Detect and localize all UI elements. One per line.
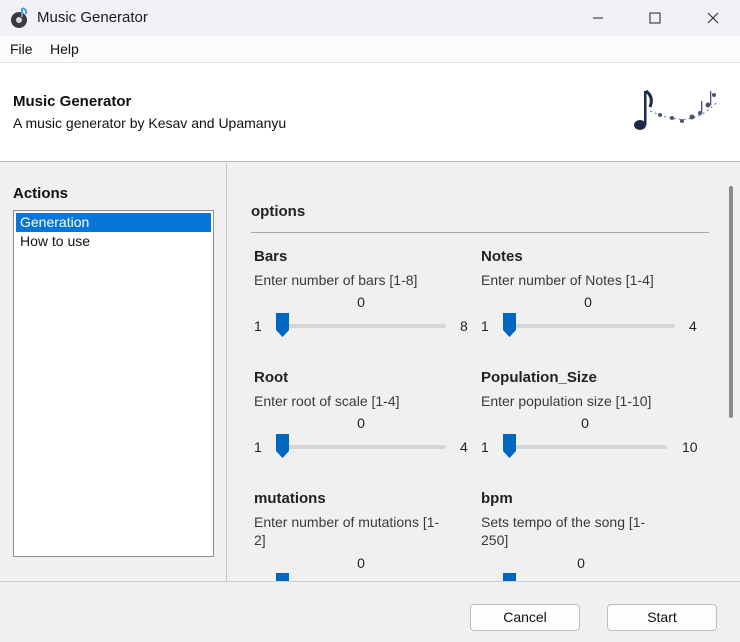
- app-window: Music Generator File Help Music Generato…: [0, 0, 740, 642]
- notes-description: Enter number of Notes [1-4]: [481, 272, 654, 288]
- notes-min: 1: [481, 318, 489, 334]
- header-panel: Music Generator A music generator by Kes…: [0, 62, 740, 162]
- maximize-icon: [649, 12, 661, 24]
- bars-value: 0: [357, 294, 365, 310]
- bars-max: 8: [460, 318, 468, 334]
- population-size-slider-track[interactable]: [504, 445, 667, 449]
- close-button[interactable]: [690, 0, 736, 36]
- root-slider-track[interactable]: [277, 445, 446, 449]
- root-min: 1: [254, 439, 262, 455]
- menu-file[interactable]: File: [10, 41, 33, 57]
- bpm-value: 0: [577, 555, 585, 571]
- cancel-button[interactable]: Cancel: [470, 604, 580, 631]
- root-description: Enter root of scale [1-4]: [254, 393, 400, 409]
- music-app-icon: [11, 7, 28, 28]
- options-panel: options Bars Enter number of bars [1-8] …: [227, 163, 725, 581]
- close-icon: [707, 12, 719, 24]
- list-item-how-to-use[interactable]: How to use: [16, 232, 211, 251]
- mutations-description: Enter number of mutations [1-2]: [254, 514, 440, 548]
- bars-description: Enter number of bars [1-8]: [254, 272, 418, 288]
- minimize-button[interactable]: [575, 0, 621, 36]
- menu-bar: File Help: [0, 36, 740, 62]
- notes-max: 4: [689, 318, 697, 334]
- root-max: 4: [460, 439, 468, 455]
- maximize-button[interactable]: [632, 0, 678, 36]
- bpm-slider-thumb[interactable]: [503, 573, 516, 581]
- bottom-separator: [0, 581, 740, 582]
- title-bar[interactable]: Music Generator: [0, 0, 740, 36]
- bars-min: 1: [254, 318, 262, 334]
- minimize-icon: [593, 17, 603, 19]
- menu-help[interactable]: Help: [50, 41, 79, 57]
- bars-slider-thumb[interactable]: [276, 313, 289, 337]
- notes-value: 0: [584, 294, 592, 310]
- population-size-min: 1: [481, 439, 489, 455]
- population-size-description: Enter population size [1-10]: [481, 393, 652, 409]
- header-subtitle: A music generator by Kesav and Upamanyu: [13, 115, 287, 131]
- mutations-value: 0: [357, 555, 365, 571]
- header-title: Music Generator: [13, 93, 132, 110]
- population-size-value: 0: [581, 415, 589, 431]
- actions-title: Actions: [13, 185, 69, 202]
- window-title: Music Generator: [37, 9, 148, 26]
- start-button[interactable]: Start: [607, 604, 717, 631]
- root-label: Root: [254, 369, 289, 386]
- bpm-description: Sets tempo of the song [1-250]: [481, 514, 646, 548]
- mutations-label: mutations: [254, 490, 326, 507]
- population-size-slider-thumb[interactable]: [503, 434, 516, 458]
- actions-list[interactable]: Generation How to use: [13, 210, 214, 557]
- notes-slider-track[interactable]: [504, 324, 675, 328]
- root-slider-thumb[interactable]: [276, 434, 289, 458]
- notes-label: Notes: [481, 248, 523, 265]
- options-separator: [251, 232, 709, 233]
- mutations-slider-thumb[interactable]: [276, 573, 289, 581]
- population-size-label: Population_Size: [481, 369, 597, 386]
- options-title: options: [251, 203, 306, 220]
- population-size-max: 10: [682, 439, 698, 455]
- options-scrollbar[interactable]: [729, 186, 733, 418]
- notes-slider-thumb[interactable]: [503, 313, 516, 337]
- root-value: 0: [357, 415, 365, 431]
- bars-slider-track[interactable]: [277, 324, 446, 328]
- list-item-generation[interactable]: Generation: [16, 213, 211, 232]
- music-notes-logo: [634, 89, 719, 130]
- bpm-label: bpm: [481, 490, 513, 507]
- bars-label: Bars: [254, 248, 288, 265]
